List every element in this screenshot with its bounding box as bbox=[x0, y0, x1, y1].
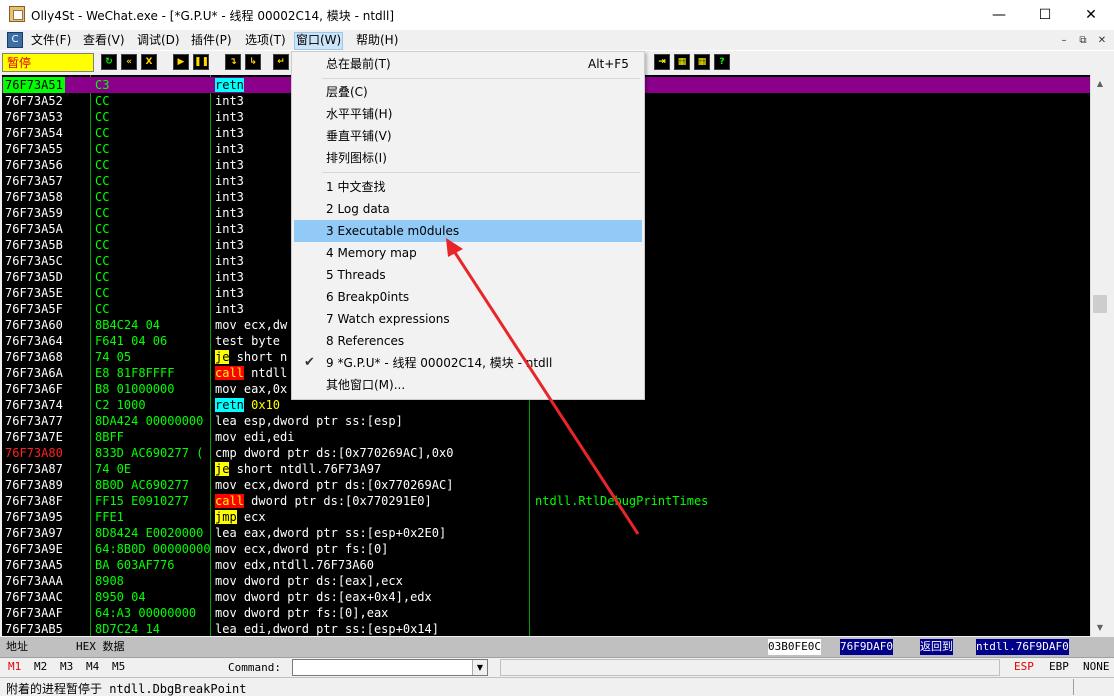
arrow-shaft bbox=[450, 247, 640, 535]
annotation-arrow-icon bbox=[446, 238, 640, 535]
